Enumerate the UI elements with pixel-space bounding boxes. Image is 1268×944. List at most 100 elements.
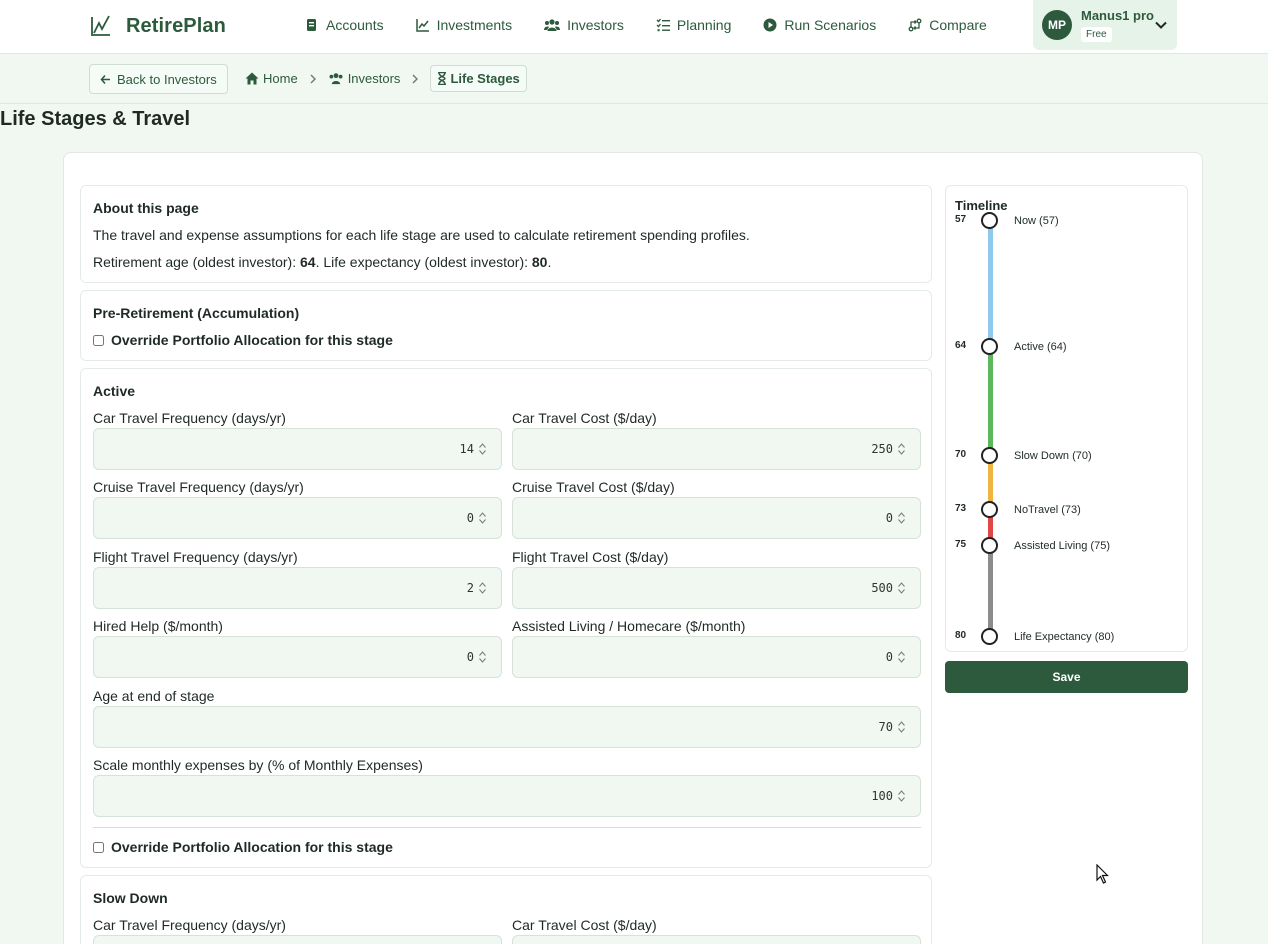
cruise-freq-label: Cruise Travel Frequency (days/yr) [93,479,304,495]
timeline-label: Now (57) [1014,215,1059,227]
timeline-age: 75 [955,539,967,550]
back-to-investors-button[interactable]: Back to Investors [89,64,228,94]
cruise-cost-value: 0 [885,511,893,525]
spinner-icon[interactable] [897,511,906,525]
nav-compare[interactable]: Compare [908,17,987,33]
nav-investors-label: Investors [567,17,624,33]
spinner-icon[interactable] [897,442,906,456]
nav-investments-label: Investments [436,17,513,33]
nav-accounts[interactable]: Accounts [305,17,384,33]
timeline-panel: Timeline 57 Now (57) 64 Active (64) 70 S… [945,185,1188,652]
flight-cost-label: Flight Travel Cost ($/day) [512,549,669,565]
crumb-home[interactable]: Home [245,71,298,86]
car-cost-input[interactable]: 250 [512,428,921,470]
timeline-node[interactable] [981,628,998,645]
hired-help-input[interactable]: 0 [93,636,502,678]
top-navbar: RetirePlan Accounts Investments Investor… [0,0,1268,54]
nav-planning-label: Planning [676,17,732,33]
spinner-icon[interactable] [897,650,906,664]
timeline-age: 64 [955,340,967,351]
crumb-home-label: Home [263,71,298,86]
chart-line-icon [415,19,429,32]
about-ages: Retirement age (oldest investor): 64. Li… [93,254,551,270]
arrow-left-icon [100,74,110,84]
chevron-down-icon [1155,21,1167,29]
users-icon [329,73,343,85]
breadcrumb: Home Investors Life Stages [245,65,527,92]
flight-freq-input[interactable]: 2 [93,567,502,609]
slow-car-freq-input[interactable] [93,935,502,944]
slow-car-cost-input[interactable] [512,935,921,944]
chevron-right-icon [310,74,316,83]
pre-retirement-override-checkbox[interactable] [93,334,104,346]
timeline-title: Timeline [955,198,1008,213]
hourglass-icon [438,72,447,85]
end-age-value: 70 [878,720,893,734]
users-icon [544,19,561,31]
spinner-icon[interactable] [897,789,906,803]
nav-planning[interactable]: Planning [656,17,732,33]
assisted-living-label: Assisted Living / Homecare ($/month) [512,618,746,634]
pre-retirement-override-label: Override Portfolio Allocation for this s… [111,332,393,348]
compare-arrows-icon [908,18,922,32]
timeline-age: 73 [955,503,967,514]
nav-investors[interactable]: Investors [544,17,624,33]
save-button[interactable]: Save [945,661,1188,693]
spinner-icon[interactable] [478,442,487,456]
spinner-icon[interactable] [897,581,906,595]
brand[interactable]: RetirePlan [90,13,226,39]
crumb-investors[interactable]: Investors [328,71,400,86]
nav-run-scenarios[interactable]: Run Scenarios [763,17,876,33]
hired-help-label: Hired Help ($/month) [93,618,223,634]
timeline-node[interactable] [981,212,998,229]
chevron-right-icon [412,74,419,83]
cruise-freq-value: 0 [466,511,474,525]
life-expectancy-label: . Life expectancy (oldest investor): [315,254,532,270]
life-expectancy-value: 80 [531,254,548,270]
nav-run-scenarios-label: Run Scenarios [784,17,877,33]
car-freq-value: 14 [459,442,474,456]
timeline-label: Slow Down (70) [1014,450,1092,462]
spinner-icon[interactable] [478,650,487,664]
spinner-icon[interactable] [478,511,487,525]
timeline-node[interactable] [981,501,998,518]
nav-investments[interactable]: Investments [415,17,513,33]
car-freq-input[interactable]: 14 [93,428,502,470]
assisted-living-input[interactable]: 0 [512,636,921,678]
about-heading: About this page [93,200,199,216]
spinner-icon[interactable] [478,581,487,595]
cruise-cost-input[interactable]: 0 [512,497,921,539]
car-cost-value: 250 [871,442,893,456]
plan-badge: Free [1081,27,1112,42]
about-panel: About this page The travel and expense a… [80,185,932,283]
active-override-checkbox[interactable] [93,841,104,853]
end-age-input[interactable]: 70 [93,706,921,748]
active-override-row[interactable]: Override Portfolio Allocation for this s… [93,839,393,855]
page-title: Life Stages & Travel [0,108,191,130]
scale-expenses-input[interactable]: 100 [93,775,921,817]
scale-expenses-value: 100 [871,789,893,803]
hired-help-value: 0 [466,650,474,664]
active-stage-panel: Active Car Travel Frequency (days/yr) 14… [80,368,932,868]
timeline-node[interactable] [981,338,998,355]
user-menu[interactable]: MP Manus1 pro Free [1033,0,1177,50]
slow-down-heading: Slow Down [93,890,168,906]
cruise-freq-input[interactable]: 0 [93,497,502,539]
wallet-icon [307,19,316,31]
active-override-label: Override Portfolio Allocation for this s… [111,839,393,855]
flight-cost-value: 500 [871,581,893,595]
crumb-life-stages-label: Life Stages [450,71,520,86]
pre-retirement-override-row[interactable]: Override Portfolio Allocation for this s… [93,332,393,348]
retirement-age-value: 64 [299,254,316,270]
play-circle-icon [763,18,777,32]
timeline-node[interactable] [981,447,998,464]
main-nav: Accounts Investments Investors Planning … [305,17,1019,33]
timeline-node[interactable] [981,537,998,554]
car-freq-label: Car Travel Frequency (days/yr) [93,410,286,426]
spinner-icon[interactable] [897,720,906,734]
crumb-life-stages[interactable]: Life Stages [430,65,527,92]
brand-name: RetirePlan [126,14,226,37]
pre-retirement-heading: Pre-Retirement (Accumulation) [93,305,300,321]
flight-cost-input[interactable]: 500 [512,567,921,609]
flight-freq-value: 2 [466,581,474,595]
